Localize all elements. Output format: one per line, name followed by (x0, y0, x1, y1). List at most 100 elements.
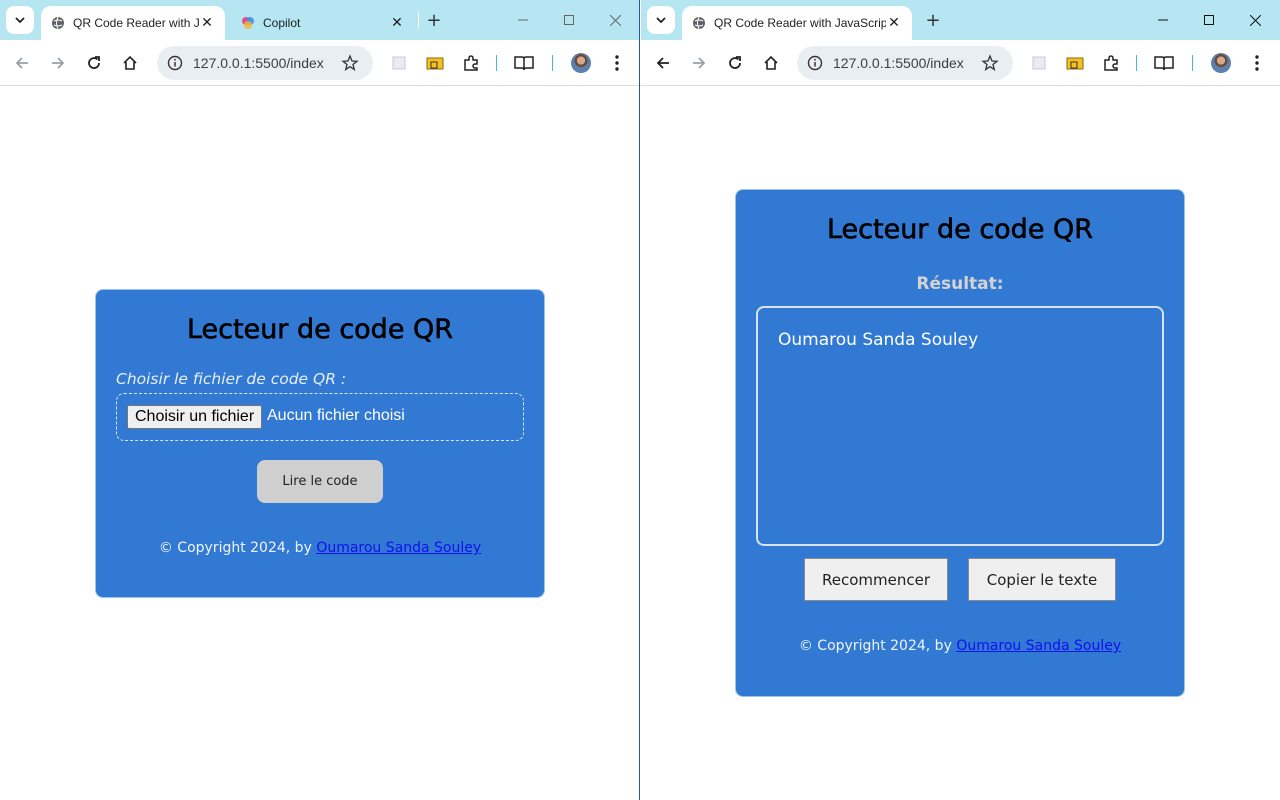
close-icon[interactable]: ✕ (886, 15, 902, 31)
minimize-icon (518, 19, 528, 21)
close-window-button[interactable] (592, 0, 638, 40)
back-button[interactable] (8, 49, 36, 77)
copilot-icon (242, 17, 254, 29)
forward-icon (693, 57, 706, 69)
close-window-button[interactable] (1232, 0, 1278, 40)
result-textarea[interactable]: Oumarou Sanda Souley (756, 306, 1164, 546)
browser-menu-button[interactable] (1243, 49, 1271, 77)
tab-qr-reader[interactable]: QR Code Reader with JavaScript ✕ (682, 6, 912, 40)
plus-icon: + (925, 9, 941, 31)
reading-list-button[interactable] (1150, 49, 1178, 77)
close-icon (1249, 14, 1261, 26)
globe-icon (693, 16, 705, 30)
minimize-button[interactable] (1140, 0, 1186, 40)
minimize-button[interactable] (500, 0, 546, 40)
star-icon[interactable] (981, 54, 999, 72)
restart-button[interactable]: Recommencer (804, 558, 948, 601)
chevron-down-icon (15, 17, 25, 24)
reading-list-button[interactable] (510, 49, 538, 77)
copyright-text: © Copyright 2024, by (798, 638, 957, 654)
toolbar-separator (496, 55, 497, 71)
result-text: Oumarou Sanda Souley (778, 330, 979, 350)
new-tab-button[interactable]: + (422, 8, 446, 32)
maximize-icon (1204, 15, 1214, 25)
extension-button[interactable] (1061, 49, 1089, 77)
tab-copilot[interactable]: Copilot ✕ (231, 6, 415, 40)
reload-button[interactable] (721, 49, 749, 77)
extension-icon (1032, 56, 1046, 70)
address-bar[interactable]: 127.0.0.1:5500/index.html (797, 46, 1013, 80)
folder-extension-icon (1066, 57, 1084, 70)
browser-window-left: QR Code Reader with JavaScript ✕ Copilot… (0, 0, 640, 800)
reading-list-icon (514, 56, 534, 71)
qr-reader-card: Lecteur de code QR Choisir le fichier de… (95, 289, 545, 598)
tab-strip: QR Code Reader with JavaScript ✕ + (641, 0, 1280, 40)
url-text: 127.0.0.1:5500/index.html (193, 55, 325, 71)
read-code-button[interactable]: Lire le code (257, 460, 383, 503)
home-icon (123, 55, 137, 70)
forward-button[interactable] (685, 49, 713, 77)
reload-button[interactable] (80, 49, 108, 77)
browser-toolbar: 127.0.0.1:5500/index.html (0, 40, 639, 86)
back-button[interactable] (649, 49, 677, 77)
browser-menu-button[interactable] (603, 49, 631, 77)
maximize-button[interactable] (546, 0, 592, 40)
file-status: Aucun fichier choisi (267, 407, 405, 424)
tab-title: QR Code Reader with JavaScript (73, 16, 199, 30)
reading-list-icon (1154, 56, 1174, 71)
tab-strip: QR Code Reader with JavaScript ✕ Copilot… (0, 0, 639, 40)
close-icon[interactable]: ✕ (199, 15, 215, 31)
home-button[interactable] (116, 49, 144, 77)
reload-icon (88, 56, 100, 69)
copy-text-button[interactable]: Copier le texte (968, 558, 1116, 601)
puzzle-icon (464, 55, 478, 71)
url-text: 127.0.0.1:5500/index.html (833, 55, 965, 71)
choose-file-button[interactable]: Choisir un fichier (127, 405, 263, 429)
toolbar-separator (552, 55, 553, 71)
extensions-menu-button[interactable] (457, 49, 485, 77)
file-input[interactable]: Choisir un fichier Aucun fichier choisi (116, 393, 524, 441)
toolbar-separator (1192, 55, 1193, 71)
star-icon[interactable] (341, 54, 359, 72)
copyright: © Copyright 2024, by Oumarou Sanda Soule… (736, 638, 1184, 654)
plus-icon: + (426, 9, 442, 31)
close-icon[interactable]: ✕ (389, 15, 405, 31)
toolbar-separator (1136, 55, 1137, 71)
author-link[interactable]: Oumarou Sanda Souley (956, 638, 1121, 654)
extension-button[interactable] (1025, 49, 1053, 77)
extension-button[interactable] (421, 49, 449, 77)
copyright-text: © Copyright 2024, by (158, 540, 317, 556)
back-icon (656, 57, 669, 69)
home-button[interactable] (757, 49, 785, 77)
reload-icon (729, 56, 741, 69)
address-bar[interactable]: 127.0.0.1:5500/index.html (157, 46, 373, 80)
info-icon[interactable] (167, 55, 183, 71)
menu-icon (1255, 55, 1259, 71)
home-icon (764, 55, 778, 70)
maximize-button[interactable] (1186, 0, 1232, 40)
maximize-icon (564, 15, 574, 25)
tab-title: QR Code Reader with JavaScript (714, 16, 886, 30)
forward-icon (52, 57, 65, 69)
profile-avatar[interactable] (1211, 53, 1231, 73)
menu-icon (615, 55, 619, 71)
page-title: Lecteur de code QR (826, 214, 1094, 246)
profile-avatar[interactable] (571, 53, 591, 73)
back-icon (15, 57, 28, 69)
qr-result-card: Lecteur de code QR Résultat: Oumarou San… (735, 189, 1185, 697)
globe-icon (52, 16, 64, 30)
extension-button[interactable] (385, 49, 413, 77)
tab-qr-reader[interactable]: QR Code Reader with JavaScript ✕ (41, 6, 225, 40)
folder-extension-icon (426, 57, 444, 70)
forward-button[interactable] (44, 49, 72, 77)
new-tab-button[interactable]: + (921, 8, 945, 32)
author-link[interactable]: Oumarou Sanda Souley (316, 540, 481, 556)
close-icon (609, 14, 621, 26)
minimize-icon (1158, 19, 1168, 21)
file-label: Choisir le fichier de code QR : (116, 370, 347, 388)
extensions-menu-button[interactable] (1097, 49, 1125, 77)
tab-search-button[interactable] (6, 6, 34, 34)
info-icon[interactable] (807, 55, 823, 71)
tab-title: Copilot (263, 16, 301, 30)
tab-search-button[interactable] (647, 6, 675, 34)
